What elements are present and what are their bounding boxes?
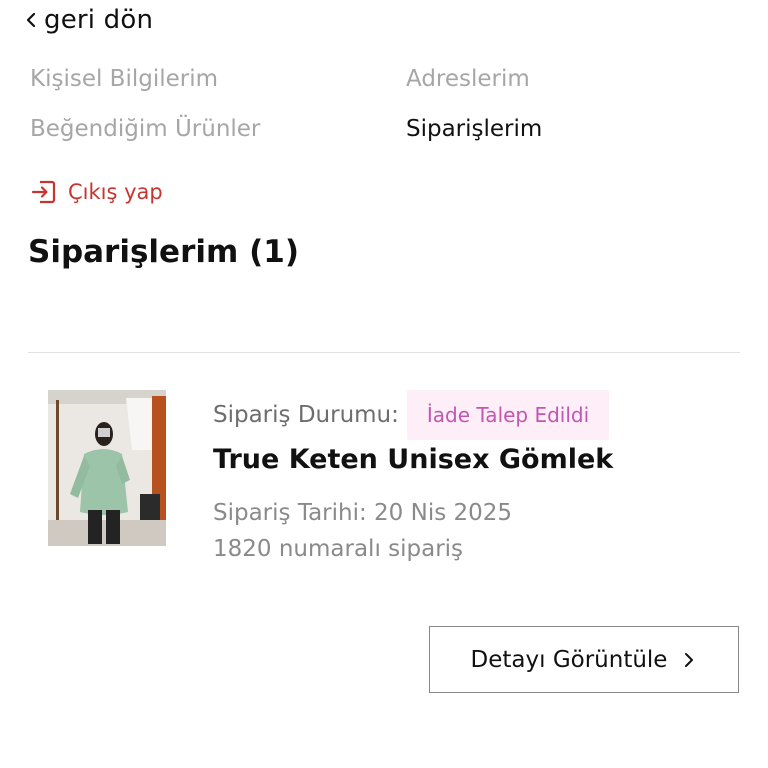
status-badge: İade Talep Edildi (406, 390, 610, 440)
logout-icon (31, 180, 56, 204)
order-number: 1820 numaralı sipariş (213, 536, 464, 562)
page-title: Siparişlerim (1) (28, 234, 299, 270)
nav-favorites[interactable]: Beğendiğim Ürünler (30, 116, 260, 142)
nav-personal-info[interactable]: Kişisel Bilgilerim (30, 66, 218, 92)
chevron-right-icon (685, 652, 694, 667)
product-image[interactable] (48, 390, 166, 546)
order-date: Sipariş Tarihi: 20 Nis 2025 (213, 500, 513, 526)
nav-orders[interactable]: Siparişlerim (406, 116, 542, 142)
order-status-label: Sipariş Durumu: (213, 402, 399, 428)
back-label: geri dön (44, 5, 154, 35)
divider (28, 352, 740, 353)
order-status: Sipariş Durumu: İade Talep Edildi (213, 390, 610, 440)
product-name[interactable]: True Keten Unisex Gömlek (213, 444, 613, 475)
view-details-button[interactable]: Detayı Görüntüle (429, 626, 739, 693)
logout-button[interactable]: Çıkış yap (30, 178, 163, 206)
nav-addresses[interactable]: Adreslerim (406, 66, 530, 92)
logout-label: Çıkış yap (68, 180, 163, 204)
back-link[interactable]: geri dön (22, 4, 153, 36)
chevron-left-icon (26, 12, 36, 28)
view-details-label: Detayı Görüntüle (470, 646, 668, 673)
product-photo (48, 390, 166, 546)
